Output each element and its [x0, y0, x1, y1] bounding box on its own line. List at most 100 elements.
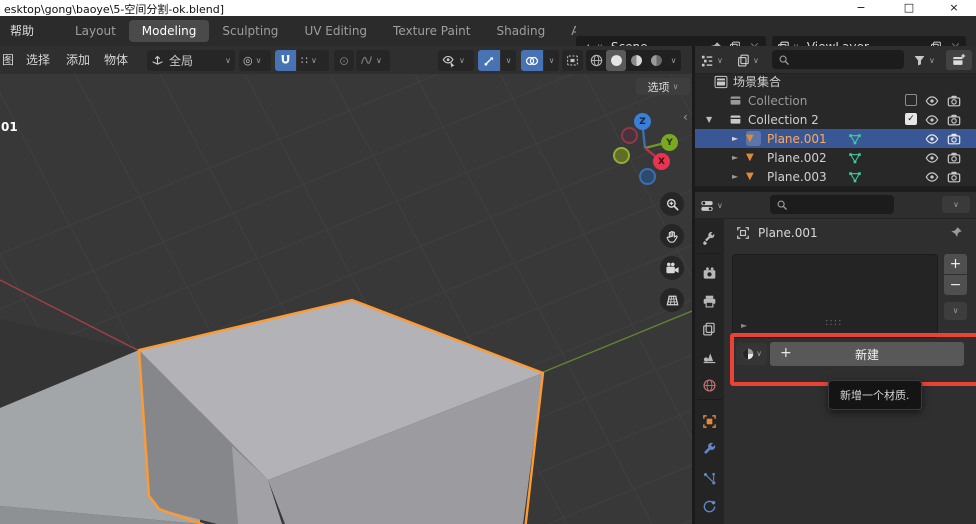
- eye-icon[interactable]: [925, 110, 939, 129]
- gizmo-minus-z-axis[interactable]: [639, 168, 656, 185]
- outliner-editor-type-dropdown[interactable]: ∨: [700, 51, 723, 70]
- tab-view-layer[interactable]: [699, 319, 719, 339]
- disclosure-arrow-icon[interactable]: ►: [732, 129, 738, 148]
- show-gizmo-toggle[interactable]: [478, 50, 500, 71]
- shading-rendered-button[interactable]: [646, 50, 666, 71]
- properties-editor-type-dropdown[interactable]: ∨: [700, 197, 723, 215]
- window-title: esktop\gong\baoye\5-空间分割-ok.blend]: [4, 1, 224, 17]
- gizmo-z-axis[interactable]: Z: [634, 113, 651, 130]
- outliner-row-scene-collection[interactable]: 场景集合: [695, 72, 976, 91]
- tab-scene[interactable]: [699, 347, 719, 367]
- tab-render[interactable]: [699, 263, 719, 283]
- disclosure-arrow-icon[interactable]: ►: [732, 167, 738, 186]
- eye-icon[interactable]: [925, 129, 939, 148]
- tab-sculpting[interactable]: Sculpting: [209, 20, 291, 42]
- exclude-checkbox-unchecked[interactable]: [905, 94, 917, 106]
- camera-view-button[interactable]: [660, 256, 684, 280]
- tab-world[interactable]: [699, 375, 719, 395]
- show-overlays-toggle[interactable]: [521, 50, 543, 71]
- titlebar[interactable]: esktop\gong\baoye\5-空间分割-ok.blend] − □ ×: [0, 0, 976, 16]
- resize-grip[interactable]: ::::: [825, 317, 842, 328]
- add-slot-button[interactable]: +: [944, 254, 967, 274]
- shading-dropdown[interactable]: ∨: [666, 50, 681, 71]
- eye-icon[interactable]: [925, 91, 939, 110]
- tab-modifiers[interactable]: [699, 438, 719, 458]
- outliner-filter-dropdown[interactable]: ∨: [913, 51, 935, 70]
- tab-object[interactable]: [699, 411, 719, 431]
- view-menu[interactable]: 图: [2, 46, 14, 74]
- gizmo-dropdown[interactable]: ∨: [501, 50, 516, 71]
- outliner-search-input[interactable]: [772, 50, 904, 69]
- snap-toggle[interactable]: [275, 50, 296, 71]
- help-menu[interactable]: 帮助: [0, 16, 44, 46]
- expand-arrow-icon[interactable]: ▼: [706, 110, 712, 129]
- select-menu[interactable]: 选择: [26, 46, 50, 74]
- zoom-tool-button[interactable]: [660, 192, 684, 216]
- properties-search-input[interactable]: [770, 195, 894, 214]
- remove-slot-button[interactable]: −: [944, 275, 967, 295]
- pivot-icon: ◎: [243, 54, 253, 67]
- eye-icon[interactable]: [925, 167, 939, 186]
- gizmo-minus-x-axis[interactable]: [621, 127, 638, 144]
- viewport-3d[interactable]: 01 ‹ 选项 ∨ Z Y X: [0, 74, 692, 524]
- tab-animation[interactable]: Animation: [558, 20, 576, 42]
- pivot-point-dropdown[interactable]: ◎ ∨: [239, 50, 271, 71]
- outliner-row-plane003[interactable]: ► ▼ Plane.003: [695, 167, 976, 186]
- proportional-editing-toggle[interactable]: ⊙: [334, 50, 354, 71]
- tab-texture-paint[interactable]: Texture Paint: [380, 20, 483, 42]
- minimize-button[interactable]: −: [845, 0, 877, 16]
- outliner-row-plane002[interactable]: ► ▼ Plane.002: [695, 148, 976, 167]
- tab-particles[interactable]: [699, 468, 719, 488]
- tab-separator: [697, 399, 722, 400]
- tab-uv-editing[interactable]: UV Editing: [291, 20, 380, 42]
- tab-tool[interactable]: [699, 228, 719, 248]
- object-menu[interactable]: 物体: [104, 46, 128, 74]
- outliner-row-collection[interactable]: Collection: [695, 91, 976, 110]
- shading-solid-button[interactable]: [606, 50, 626, 71]
- properties-options-dropdown[interactable]: ∨: [942, 196, 970, 213]
- options-dropdown[interactable]: 选项 ∨: [636, 78, 690, 95]
- disclosure-arrow-icon[interactable]: ►: [732, 148, 738, 167]
- pan-tool-button[interactable]: [660, 224, 684, 248]
- navigation-gizmo[interactable]: Z Y X: [610, 104, 682, 188]
- outliner-row-plane001[interactable]: ► ▼ Plane.001: [695, 129, 976, 148]
- close-button[interactable]: ×: [938, 0, 970, 16]
- outliner-display-mode-dropdown[interactable]: ∨: [737, 51, 759, 70]
- tab-output[interactable]: [699, 291, 719, 311]
- snap-with-dropdown[interactable]: ∷ ∨: [297, 50, 329, 71]
- perspective-toggle-button[interactable]: [660, 288, 684, 312]
- camera-icon[interactable]: [947, 110, 961, 129]
- pin-icon[interactable]: [950, 226, 963, 239]
- search-icon: [778, 54, 790, 66]
- camera-icon[interactable]: [947, 167, 961, 186]
- camera-icon[interactable]: [947, 129, 961, 148]
- tab-physics[interactable]: [699, 496, 719, 516]
- exclude-checkbox-checked[interactable]: ✓: [905, 113, 917, 125]
- transform-orientation-dropdown[interactable]: 全局 ∨: [147, 50, 235, 71]
- tab-modeling[interactable]: Modeling: [129, 20, 210, 42]
- material-slot-list[interactable]: ► ::::: [732, 254, 938, 338]
- camera-icon[interactable]: [947, 148, 961, 167]
- eye-icon[interactable]: [925, 148, 939, 167]
- new-collection-button[interactable]: [946, 50, 972, 70]
- tab-layout[interactable]: Layout: [62, 20, 129, 42]
- expand-arrow-icon[interactable]: ►: [741, 321, 747, 330]
- overlays-dropdown[interactable]: ∨: [544, 50, 559, 71]
- sidebar-toggle-arrow[interactable]: ‹: [683, 110, 688, 124]
- maximize-button[interactable]: □: [893, 0, 925, 16]
- tab-shading[interactable]: Shading: [483, 20, 558, 42]
- slot-specials-dropdown[interactable]: ∨: [944, 302, 967, 320]
- shading-material-button[interactable]: [626, 50, 646, 71]
- gizmo-y-axis[interactable]: Y: [661, 134, 678, 151]
- gizmo-x-axis[interactable]: X: [653, 153, 670, 170]
- blender-window: esktop\gong\baoye\5-空间分割-ok.blend] − □ ×…: [0, 0, 976, 524]
- plane002-label: Plane.002: [767, 148, 827, 167]
- shading-wireframe-button[interactable]: [586, 50, 606, 71]
- add-menu[interactable]: 添加: [66, 46, 90, 74]
- camera-icon[interactable]: [947, 91, 961, 110]
- visibility-dropdown[interactable]: ∨: [438, 50, 474, 71]
- gizmo-minus-y-axis[interactable]: [613, 147, 630, 164]
- outliner-row-collection2[interactable]: ▼ Collection 2 ✓: [695, 110, 976, 129]
- xray-toggle[interactable]: [562, 50, 583, 71]
- falloff-dropdown[interactable]: ∨: [356, 50, 390, 71]
